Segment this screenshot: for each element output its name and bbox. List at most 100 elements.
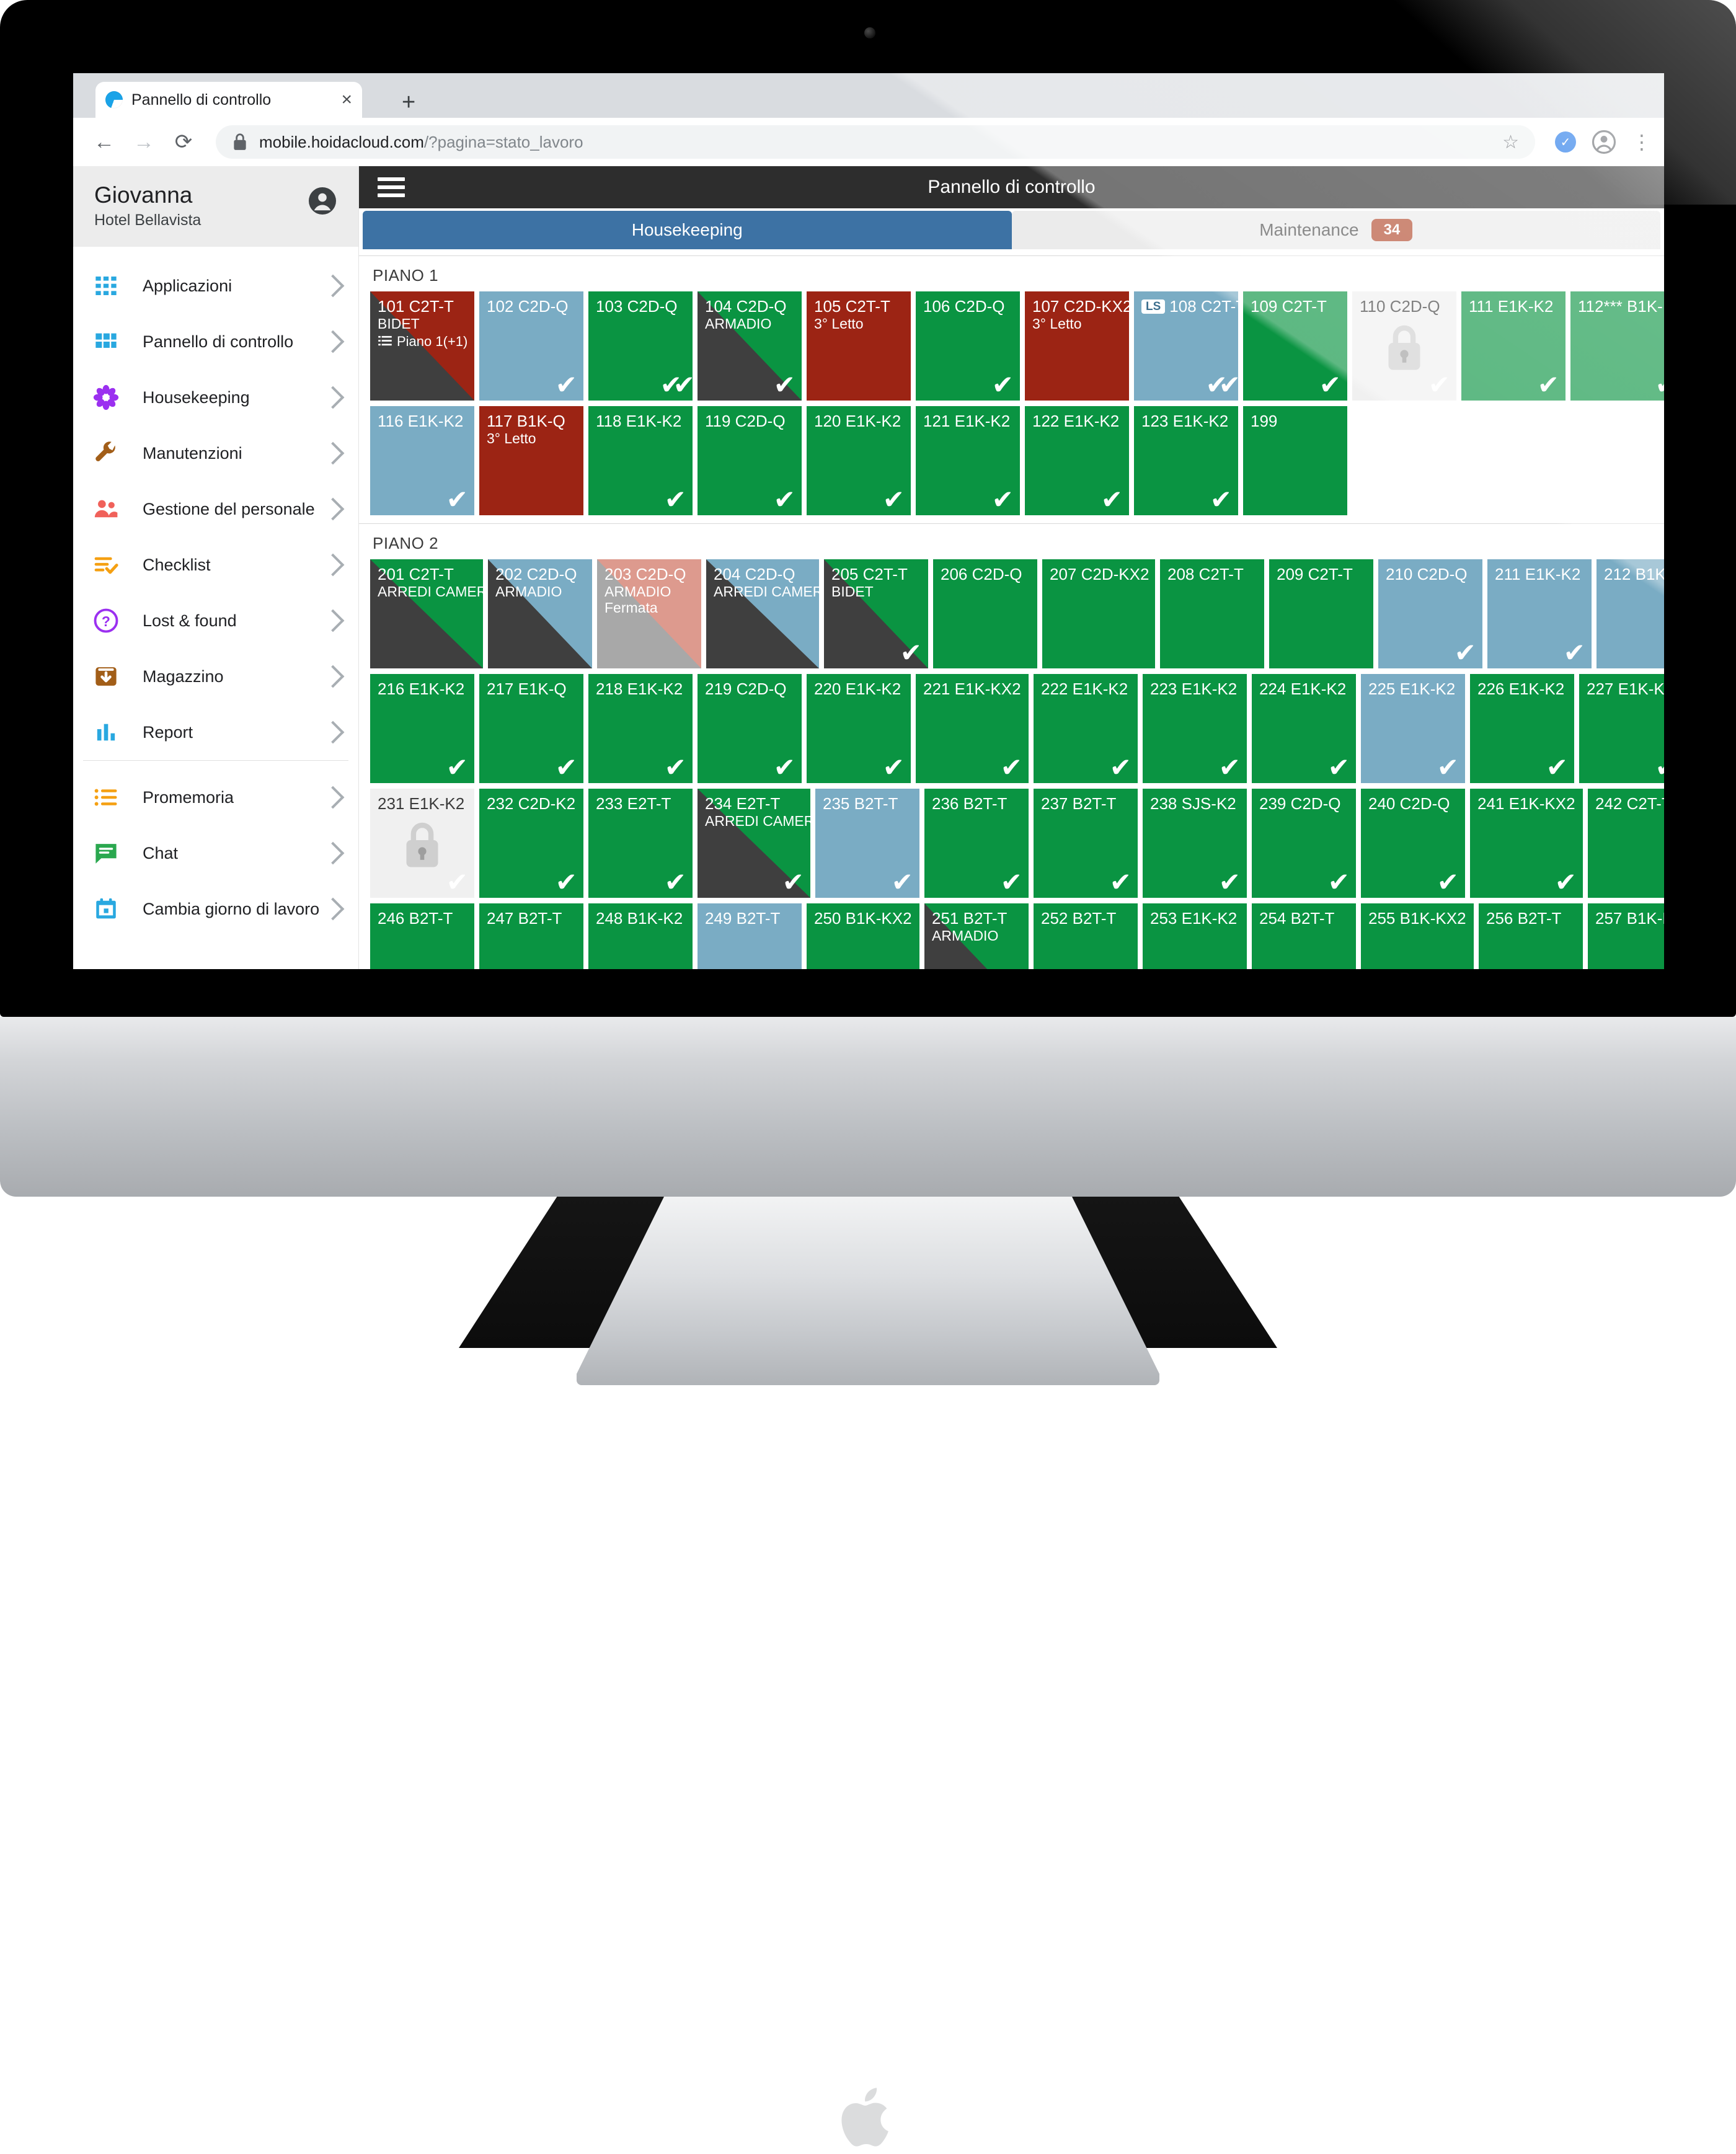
address-bar[interactable]: mobile.hoidacloud.com/?pagina=stato_lavo… — [216, 125, 1535, 159]
sidebar-item-chat[interactable]: Chat — [73, 825, 358, 881]
room-tile[interactable]: 104 C2D-QARMADIO✔ — [698, 291, 802, 401]
room-tile[interactable]: 204 C2D-QARREDI CAMERA — [706, 559, 819, 668]
room-tile[interactable]: 107 C2D-KX23° Letto — [1025, 291, 1129, 401]
room-tile[interactable]: 227 E1K-K2✔ — [1579, 674, 1664, 783]
room-tile[interactable]: 248 B1K-K2✔ — [588, 903, 693, 969]
sidebar-item-checklist[interactable]: Checklist — [73, 537, 358, 593]
room-tile[interactable]: 219 C2D-Q✔ — [698, 674, 802, 783]
room-tile[interactable]: 205 C2T-TBIDET✔ — [824, 559, 928, 668]
room-tile[interactable]: 207 C2D-KX2 — [1042, 559, 1155, 668]
room-tile[interactable]: 231 E1K-K2✔ — [370, 789, 474, 898]
room-tile[interactable]: 102 C2D-Q✔ — [479, 291, 583, 401]
room-tile[interactable]: 121 E1K-K2✔ — [916, 406, 1020, 515]
room-tile[interactable]: 242 C2T-T✔ — [1588, 789, 1664, 898]
browser-menu-icon[interactable]: ⋮ — [1632, 137, 1645, 147]
room-tile[interactable]: LS108 C2T-T✔✔ — [1134, 291, 1238, 401]
room-tile[interactable]: 236 B2T-T✔ — [924, 789, 1029, 898]
room-tile[interactable]: 235 B2T-T✔ — [815, 789, 919, 898]
room-tile[interactable]: 123 E1K-K2✔ — [1134, 406, 1238, 515]
room-tile[interactable]: 218 E1K-K2✔ — [588, 674, 693, 783]
room-tile[interactable]: 103 C2D-Q✔✔ — [588, 291, 693, 401]
new-tab-icon[interactable]: + — [402, 91, 415, 114]
room-tile[interactable]: 255 B1K-KX2✔ — [1361, 903, 1474, 969]
room-tile[interactable]: 257 B1K-KX2✔ — [1588, 903, 1664, 969]
sidebar-item-applicazioni[interactable]: Applicazioni — [73, 258, 358, 314]
room-tile[interactable]: 247 B2T-T✔ — [479, 903, 583, 969]
room-tile[interactable]: 111 E1K-K2✔ — [1461, 291, 1566, 401]
chevron-right-icon — [322, 275, 345, 298]
tab-housekeeping[interactable]: Housekeeping — [363, 211, 1012, 249]
room-tile[interactable]: 201 C2T-TARREDI CAMERA — [370, 559, 483, 668]
room-tile[interactable]: 241 E1K-KX2✔ — [1470, 789, 1583, 898]
reload-icon[interactable]: ⟳ — [171, 130, 196, 154]
room-tile[interactable]: 251 B2T-TARMADIO✔ — [924, 903, 1029, 969]
room-tile[interactable]: 240 C2D-Q✔ — [1361, 789, 1465, 898]
room-tile[interactable]: 209 C2T-T — [1269, 559, 1373, 668]
room-tile[interactable]: 117 B1K-Q3° Letto — [479, 406, 583, 515]
room-tile[interactable]: 199 — [1243, 406, 1347, 515]
room-tile[interactable]: 246 B2T-T✔ — [370, 903, 474, 969]
room-tile[interactable]: 223 E1K-K2✔ — [1143, 674, 1247, 783]
account-circle-icon[interactable] — [308, 186, 337, 216]
extension-icon[interactable]: ✓ — [1555, 131, 1576, 153]
room-tile[interactable]: 206 C2D-Q — [933, 559, 1037, 668]
room-tile[interactable]: 239 C2D-Q✔ — [1252, 789, 1356, 898]
sidebar: Giovanna Hotel Bellavista — [73, 166, 359, 969]
room-tile[interactable]: 212 B1K-KX2✔ — [1596, 559, 1664, 668]
sidebar-item-magazzino[interactable]: Magazzino — [73, 649, 358, 704]
room-tile[interactable]: 119 C2D-Q✔ — [698, 406, 802, 515]
sidebar-item-lost-and-found[interactable]: ? Lost & found — [73, 593, 358, 649]
room-tile[interactable]: 216 E1K-K2✔ — [370, 674, 474, 783]
tab-maintenance[interactable]: Maintenance 34 — [1012, 211, 1661, 249]
room-tile[interactable]: 224 E1K-K2✔ — [1252, 674, 1356, 783]
room-tile[interactable]: 112*** B1K-KX2✔ — [1570, 291, 1664, 401]
room-tile[interactable]: 210 C2D-Q✔ — [1378, 559, 1482, 668]
back-icon[interactable]: ← — [92, 130, 117, 154]
room-tile[interactable]: 120 E1K-K2✔ — [807, 406, 911, 515]
room-tile[interactable]: 101 C2T-TBIDETPiano 1(+1) — [370, 291, 474, 401]
bookmark-star-icon[interactable]: ☆ — [1502, 131, 1519, 153]
room-tile[interactable]: 250 B1K-KX2✔ — [807, 903, 919, 969]
sidebar-item-housekeeping[interactable]: Housekeeping — [73, 370, 358, 425]
room-tile[interactable]: 217 E1K-Q✔ — [479, 674, 583, 783]
room-tile[interactable]: 118 E1K-K2✔ — [588, 406, 693, 515]
room-tile[interactable]: 234 E2T-TARREDI CAMERA✔ — [698, 789, 810, 898]
room-tile[interactable]: 249 B2T-T✔ — [698, 903, 802, 969]
room-tile[interactable]: 208 C2T-T — [1160, 559, 1264, 668]
room-tile[interactable]: 256 B2T-T✔ — [1479, 903, 1583, 969]
sidebar-item-manutenzioni[interactable]: Manutenzioni — [73, 425, 358, 481]
browser-tab[interactable]: Pannello di controllo × — [95, 82, 362, 118]
room-tile[interactable]: 220 E1K-K2✔ — [807, 674, 911, 783]
profile-avatar-icon[interactable] — [1591, 129, 1617, 155]
room-tile[interactable]: 254 B2T-T✔ — [1252, 903, 1356, 969]
sidebar-item-cambia-giorno-di-lavoro[interactable]: Cambia giorno di lavoro — [73, 881, 358, 937]
room-tile[interactable]: 109 C2T-T✔ — [1243, 291, 1347, 401]
room-tile[interactable]: 252 B2T-T✔ — [1034, 903, 1138, 969]
room-tile[interactable]: 226 E1K-K2✔ — [1470, 674, 1574, 783]
room-tile[interactable]: 238 SJS-K2✔ — [1143, 789, 1247, 898]
room-tile[interactable]: 232 C2D-K2✔ — [479, 789, 583, 898]
room-tile[interactable]: 110 C2D-Q✔ — [1352, 291, 1456, 401]
room-tile[interactable]: 122 E1K-K2✔ — [1025, 406, 1129, 515]
room-tile[interactable]: 202 C2D-QARMADIO — [488, 559, 592, 668]
room-tile[interactable]: 211 E1K-K2✔ — [1487, 559, 1592, 668]
room-tile[interactable]: 203 C2D-QARMADIOFermata — [597, 559, 701, 668]
close-icon[interactable]: × — [341, 91, 352, 109]
hamburger-icon[interactable] — [378, 173, 405, 202]
room-tile[interactable]: 253 E1K-K2✔ — [1143, 903, 1247, 969]
room-tile[interactable]: 222 E1K-K2✔ — [1034, 674, 1138, 783]
sidebar-item-gestione-del-personale[interactable]: Gestione del personale — [73, 481, 358, 537]
room-tile[interactable]: 237 B2T-T✔ — [1034, 789, 1138, 898]
sidebar-item-promemoria[interactable]: Promemoria — [73, 769, 358, 825]
room-number: LS108 C2T-T — [1141, 298, 1232, 315]
room-tile[interactable]: 233 E2T-T✔ — [588, 789, 693, 898]
room-tile[interactable]: 221 E1K-KX2✔ — [916, 674, 1029, 783]
room-tile-body: 224 E1K-K2 — [1252, 674, 1356, 698]
sidebar-item-report[interactable]: Report — [73, 704, 358, 760]
room-tile[interactable]: 225 E1K-K2✔ — [1361, 674, 1465, 783]
sidebar-item-pannello-di-controllo[interactable]: Pannello di controllo — [73, 314, 358, 370]
forward-icon[interactable]: → — [131, 130, 156, 154]
room-tile[interactable]: 116 E1K-K2✔ — [370, 406, 474, 515]
room-tile[interactable]: 105 C2T-T3° Letto — [807, 291, 911, 401]
room-tile[interactable]: 106 C2D-Q✔ — [916, 291, 1020, 401]
